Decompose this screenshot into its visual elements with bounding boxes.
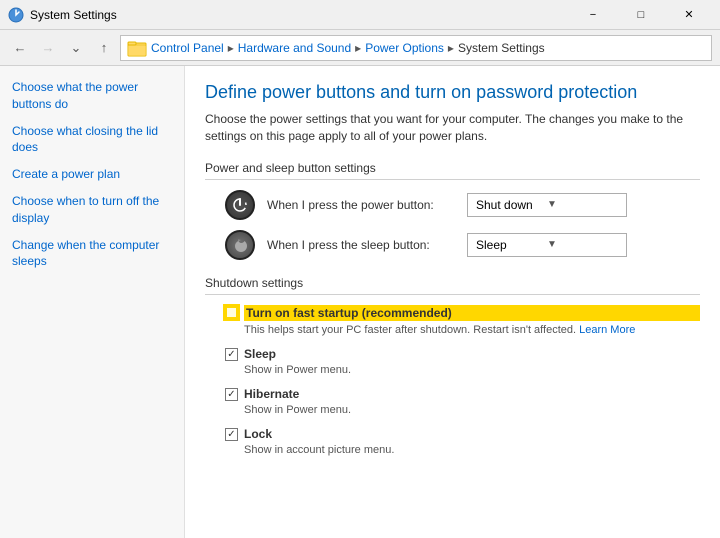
nav-item-turn-off-display[interactable]: Choose when to turn off the display: [0, 188, 184, 232]
address-bar: ← → ⌄ ↑ Control Panel ▸ Hardware and Sou…: [0, 30, 720, 66]
page-description: Choose the power settings that you want …: [205, 111, 685, 145]
close-button[interactable]: ✕: [666, 0, 712, 30]
power-button-dropdown[interactable]: Shut down ▼: [467, 193, 627, 217]
sleep-button-value: Sleep: [476, 238, 547, 252]
fast-startup-row: Turn on fast startup (recommended) This …: [205, 305, 700, 337]
lock-label: Lock: [244, 427, 700, 441]
app-icon: [8, 7, 24, 23]
power-button-label: When I press the power button:: [267, 198, 467, 212]
sleep-row: Sleep Show in Power menu.: [205, 347, 700, 377]
breadcrumb-control-panel[interactable]: Control Panel: [151, 41, 224, 55]
hibernate-checkbox[interactable]: [225, 388, 238, 401]
sleep-checkbox-wrapper: [225, 348, 238, 361]
sleep-button-icon: [225, 230, 255, 260]
fast-startup-learn-more[interactable]: Learn More: [579, 324, 635, 336]
shutdown-section: Shutdown settings Turn on fast startup (…: [205, 276, 700, 458]
sleep-content: Sleep Show in Power menu.: [244, 347, 700, 377]
fast-startup-checkbox[interactable]: [225, 306, 238, 319]
sleep-sublabel: Show in Power menu.: [244, 363, 700, 377]
title-bar-text: System Settings: [30, 8, 117, 22]
minimize-button[interactable]: −: [570, 0, 616, 30]
hibernate-label: Hibernate: [244, 387, 700, 401]
breadcrumb-power-options[interactable]: Power Options: [365, 41, 444, 55]
sleep-checkbox[interactable]: [225, 348, 238, 361]
nav-item-power-buttons[interactable]: Choose what the power buttons do: [0, 74, 184, 118]
shutdown-section-header: Shutdown settings: [205, 276, 700, 295]
hibernate-content: Hibernate Show in Power menu.: [244, 387, 700, 417]
dropdown-history-button[interactable]: ⌄: [64, 36, 88, 60]
lock-sublabel: Show in account picture menu.: [244, 443, 700, 457]
lock-checkbox-wrapper: [225, 428, 238, 441]
lock-content: Lock Show in account picture menu.: [244, 427, 700, 457]
title-bar-controls: − □ ✕: [570, 0, 712, 30]
sleep-button-row: When I press the sleep button: Sleep ▼: [205, 230, 700, 260]
power-button-icon: [225, 190, 255, 220]
sleep-label: Sleep: [244, 347, 700, 361]
nav-item-closing-lid[interactable]: Choose what closing the lid does: [0, 118, 184, 162]
sleep-dropdown-arrow: ▼: [547, 239, 618, 250]
fast-startup-checkbox-wrapper: [225, 306, 238, 319]
content-area: Define power buttons and turn on passwor…: [185, 66, 720, 538]
maximize-button[interactable]: □: [618, 0, 664, 30]
breadcrumb: Control Panel ▸ Hardware and Sound ▸ Pow…: [120, 35, 712, 61]
hibernate-sublabel: Show in Power menu.: [244, 403, 700, 417]
fast-startup-sublabel: This helps start your PC faster after sh…: [244, 323, 700, 337]
nav-item-change-sleep[interactable]: Change when the computer sleeps: [0, 232, 184, 276]
title-bar: System Settings − □ ✕: [0, 0, 720, 30]
power-button-value: Shut down: [476, 198, 547, 212]
page-title: Define power buttons and turn on passwor…: [205, 82, 700, 103]
fast-startup-label: Turn on fast startup (recommended): [244, 305, 700, 321]
lock-row: Lock Show in account picture menu.: [205, 427, 700, 457]
back-button[interactable]: ←: [8, 36, 32, 60]
sleep-button-label: When I press the sleep button:: [267, 238, 467, 252]
lock-checkbox[interactable]: [225, 428, 238, 441]
left-nav: Choose what the power buttons do Choose …: [0, 66, 185, 538]
fast-startup-content: Turn on fast startup (recommended) This …: [244, 305, 700, 337]
nav-item-create-plan[interactable]: Create a power plan: [0, 161, 184, 188]
hibernate-checkbox-wrapper: [225, 388, 238, 401]
power-button-row: When I press the power button: Shut down…: [205, 190, 700, 220]
breadcrumb-current: System Settings: [458, 41, 545, 55]
power-dropdown-arrow: ▼: [547, 199, 618, 210]
forward-button[interactable]: →: [36, 36, 60, 60]
breadcrumb-hardware-sound[interactable]: Hardware and Sound: [238, 41, 351, 55]
power-sleep-section-header: Power and sleep button settings: [205, 161, 700, 180]
hibernate-row: Hibernate Show in Power menu.: [205, 387, 700, 417]
up-button[interactable]: ↑: [92, 36, 116, 60]
main-content: Choose what the power buttons do Choose …: [0, 66, 720, 538]
sleep-button-dropdown[interactable]: Sleep ▼: [467, 233, 627, 257]
